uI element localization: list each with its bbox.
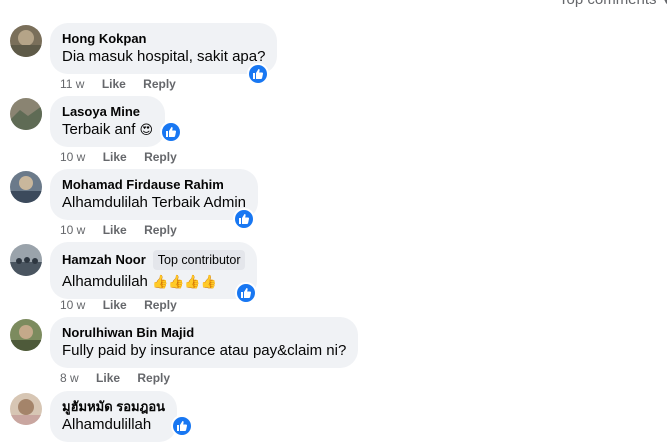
like-icon: [239, 214, 250, 224]
comment-author[interactable]: Hamzah Noor: [62, 252, 146, 268]
comment-text: Fully paid by insurance atau pay&claim n…: [62, 342, 347, 359]
comment-text: Alhamdulilah Terbaik Admin: [62, 194, 246, 211]
comment-author[interactable]: Lasoya Mine: [62, 104, 153, 120]
comment-timestamp[interactable]: 10 w: [60, 150, 85, 164]
heart-eyes-emoji: 😍: [139, 122, 154, 137]
like-button[interactable]: Like: [103, 298, 127, 312]
comment-bubble: Mohamad Firdause Rahim Alhamdulilah Terb…: [50, 169, 258, 220]
sort-label: Top comments: [559, 0, 657, 8]
comment-bubble: Hamzah Noor Top contributor Alhamdulilah…: [50, 242, 258, 299]
like-button[interactable]: Like: [96, 371, 120, 385]
like-reaction[interactable]: [160, 121, 182, 143]
like-button[interactable]: Like: [103, 223, 127, 237]
avatar[interactable]: [10, 393, 42, 425]
comment-timestamp[interactable]: 11 w: [60, 77, 84, 91]
comment-actions: 11 w Like Reply: [60, 77, 190, 91]
comment-actions: 10 w Like Reply: [60, 150, 191, 164]
like-reaction[interactable]: [171, 415, 193, 437]
top-contributor-badge: Top contributor: [152, 250, 246, 270]
avatar[interactable]: [10, 25, 42, 57]
comment-bubble: Lasoya Mine Terbaik anf 😍: [50, 96, 166, 147]
comment-bubble: Hong Kokpan Dia masuk hospital, sakit ap…: [50, 23, 278, 74]
reply-button[interactable]: Reply: [144, 150, 177, 164]
avatar[interactable]: [10, 171, 42, 203]
comment-timestamp[interactable]: 10 w: [60, 223, 85, 237]
comment-author[interactable]: Norulhiwan Bin Majid: [62, 325, 346, 341]
reply-button[interactable]: Reply: [144, 223, 177, 237]
author-row: Hamzah Noor Top contributor: [62, 250, 246, 270]
avatar[interactable]: [10, 319, 42, 351]
like-icon: [253, 69, 264, 79]
chevron-down-icon: ▼: [661, 0, 667, 7]
like-button[interactable]: Like: [103, 150, 127, 164]
like-icon: [241, 288, 252, 298]
comment-text: Dia masuk hospital, sakit apa?: [62, 48, 266, 65]
comment-actions: 8 w Like Reply: [60, 371, 184, 385]
comment-author[interactable]: Hong Kokpan: [62, 31, 265, 47]
like-button[interactable]: Like: [102, 77, 126, 91]
reply-button[interactable]: Reply: [144, 298, 177, 312]
comment-author[interactable]: มูฮัมหมัด รอมฎอน: [62, 399, 165, 415]
reply-button[interactable]: Reply: [137, 371, 170, 385]
comment-bubble: มูฮัมหมัด รอมฎอน Alhamdulillah: [50, 391, 178, 442]
reply-button[interactable]: Reply: [143, 77, 176, 91]
comment-text: Terbaik anf 😍: [62, 121, 154, 138]
comment-actions: 10 w Like Reply: [60, 223, 191, 237]
comment-text: Alhamdulillah: [62, 416, 152, 433]
thumbs-up-emoji: 👍👍👍👍: [152, 274, 217, 289]
like-icon: [166, 127, 177, 137]
like-reaction[interactable]: [247, 63, 269, 85]
comment-text: Alhamdulilah 👍👍👍👍: [62, 273, 217, 290]
comment-timestamp[interactable]: 10 w: [60, 298, 85, 312]
avatar[interactable]: [10, 244, 42, 276]
comment-actions: 10 w Like Reply: [60, 298, 191, 312]
comment-timestamp[interactable]: 8 w: [60, 371, 79, 385]
comment-bubble: Norulhiwan Bin Majid Fully paid by insur…: [50, 317, 359, 368]
like-reaction[interactable]: [233, 208, 255, 230]
sort-comments-dropdown[interactable]: Top comments ▼: [559, 0, 667, 8]
avatar[interactable]: [10, 98, 42, 130]
comment-author[interactable]: Mohamad Firdause Rahim: [62, 177, 246, 193]
like-icon: [177, 421, 188, 431]
like-reaction[interactable]: [235, 282, 257, 304]
